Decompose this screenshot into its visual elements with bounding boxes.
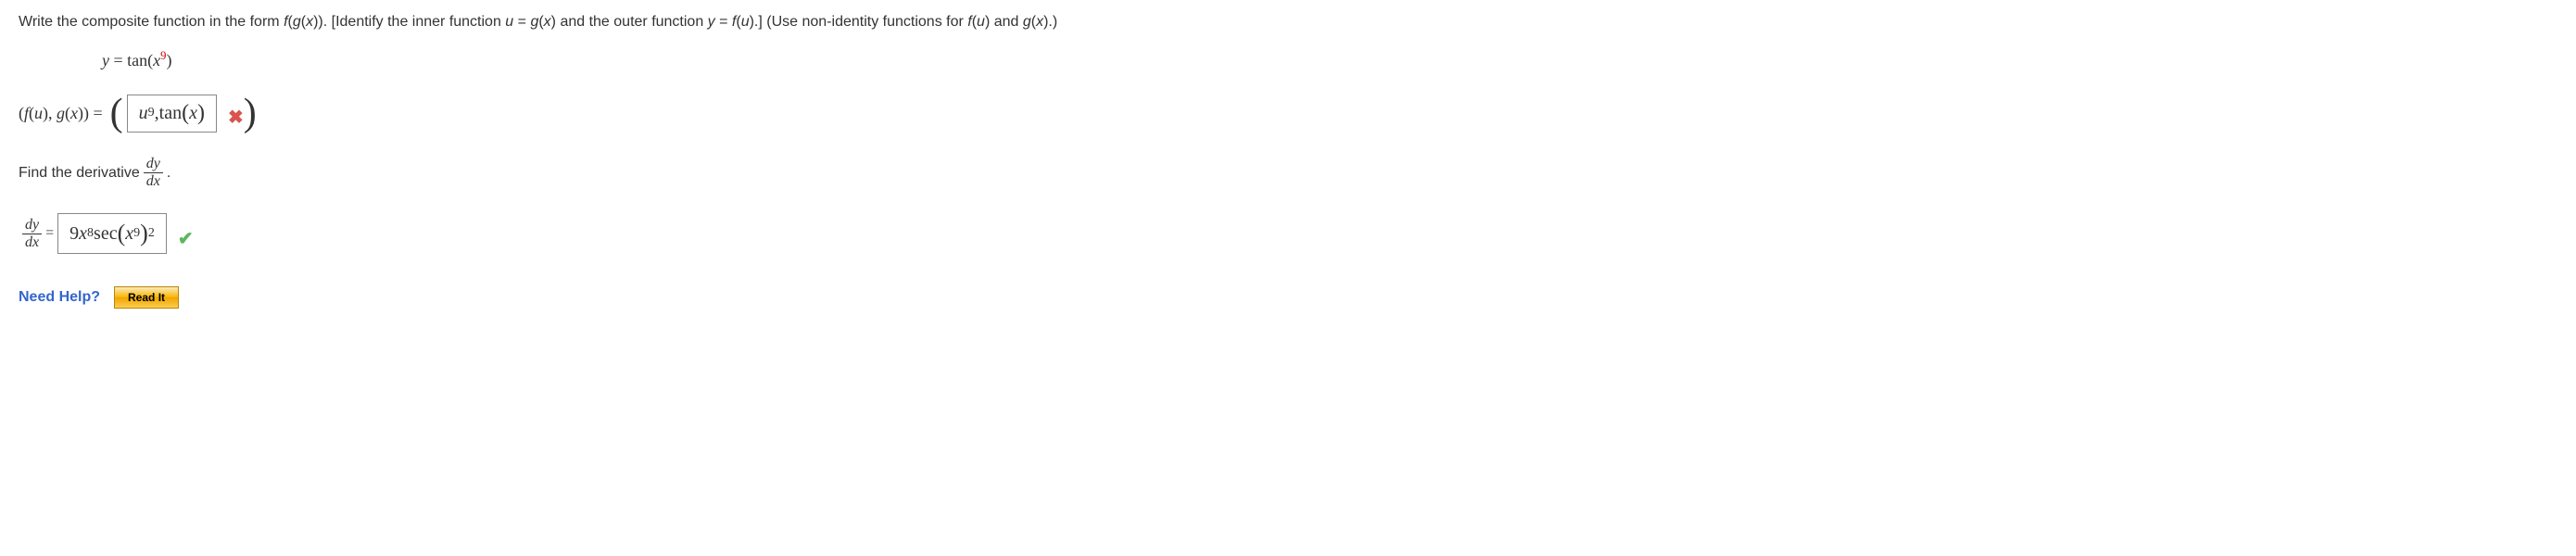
incorrect-icon: ✖ xyxy=(228,106,244,129)
need-help-label: Need Help? xyxy=(19,289,100,306)
question-prompt: Write the composite function in the form… xyxy=(19,14,2557,31)
read-it-button[interactable]: Read It xyxy=(114,286,179,309)
dy-dx-fraction: dy dx xyxy=(144,156,163,190)
dy-dx-label: dy dx xyxy=(22,217,42,251)
paren-open: ( xyxy=(110,94,123,133)
help-section: Need Help? Read It xyxy=(19,286,2557,309)
derivative-answer-row: dy dx = 9x8sec(x9)2 ✔ xyxy=(19,213,2557,254)
derivative-prompt: Find the derivative dy dx . xyxy=(19,156,2557,190)
given-equation: y = tan(x9) xyxy=(102,49,2557,70)
derivative-input[interactable]: 9x8sec(x9)2 xyxy=(57,213,167,254)
composite-function-label: (f(u), g(x)) = xyxy=(19,104,103,123)
paren-close: ) xyxy=(244,94,257,133)
composite-function-input[interactable]: u9, tan(x) xyxy=(127,95,217,133)
correct-icon: ✔ xyxy=(178,227,194,250)
composite-function-answer-row: (f(u), g(x)) = ( u9, tan(x) ✖ ) xyxy=(19,94,2557,133)
